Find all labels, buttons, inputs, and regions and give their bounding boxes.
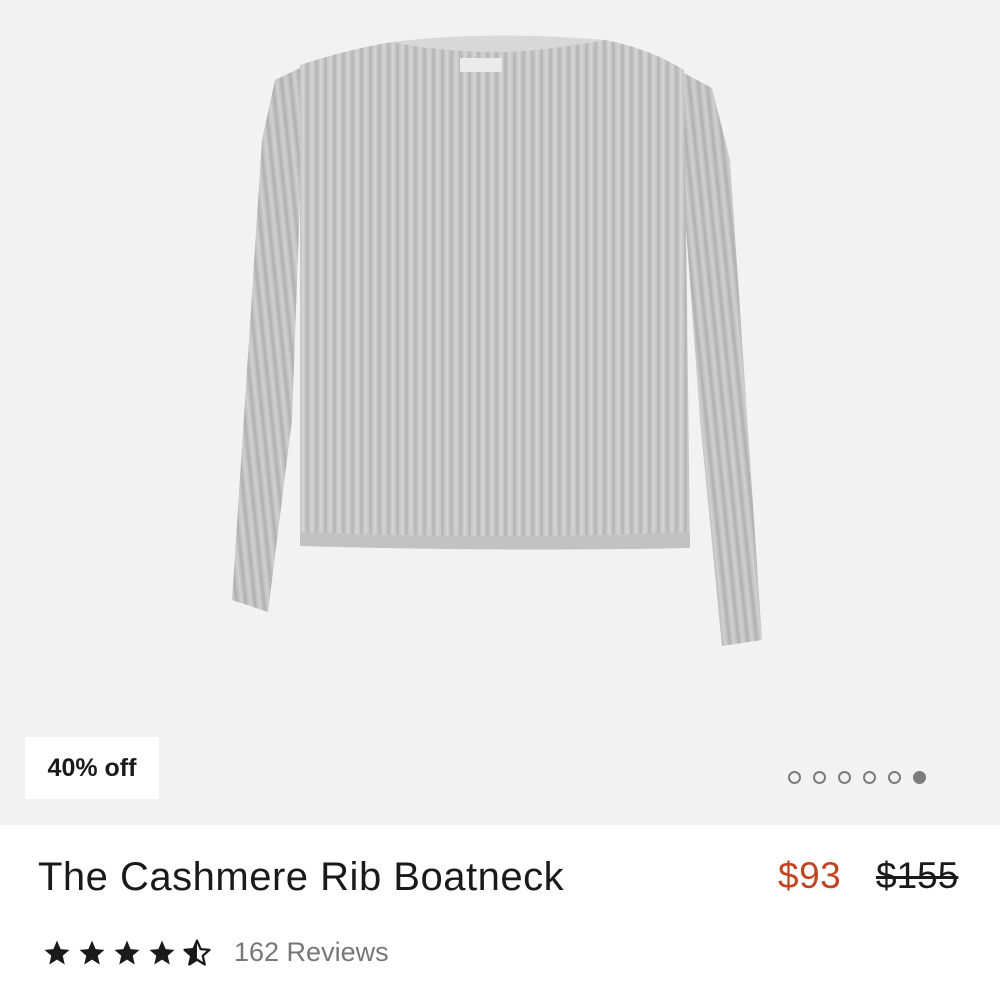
star-filled-icon: [114, 940, 140, 964]
star-rating: [42, 938, 212, 968]
original-price: $155: [876, 855, 959, 896]
product-rating[interactable]: 162 Reviews: [42, 937, 389, 968]
carousel-dot[interactable]: [788, 771, 801, 784]
star-filled-icon: [149, 940, 175, 964]
discount-badge-label: 40% off: [47, 753, 137, 782]
carousel-dot[interactable]: [813, 771, 826, 784]
product-title[interactable]: The Cashmere Rib Boatneck: [38, 855, 564, 900]
carousel-dot[interactable]: [888, 771, 901, 784]
star-half-icon: [183, 938, 211, 966]
star-filled-icon: [79, 940, 105, 964]
product-image: [0, 0, 1000, 825]
discount-badge: 40% off: [25, 737, 159, 799]
carousel-pagination: [788, 771, 926, 784]
product-image-carousel[interactable]: 40% off: [0, 0, 1000, 825]
carousel-dot[interactable]: [863, 771, 876, 784]
carousel-dot-active[interactable]: [913, 771, 926, 784]
star-filled-icon: [44, 940, 70, 964]
reviews-count-link[interactable]: 162 Reviews: [234, 937, 389, 968]
carousel-dot[interactable]: [838, 771, 851, 784]
sale-price: $93: [778, 855, 842, 896]
